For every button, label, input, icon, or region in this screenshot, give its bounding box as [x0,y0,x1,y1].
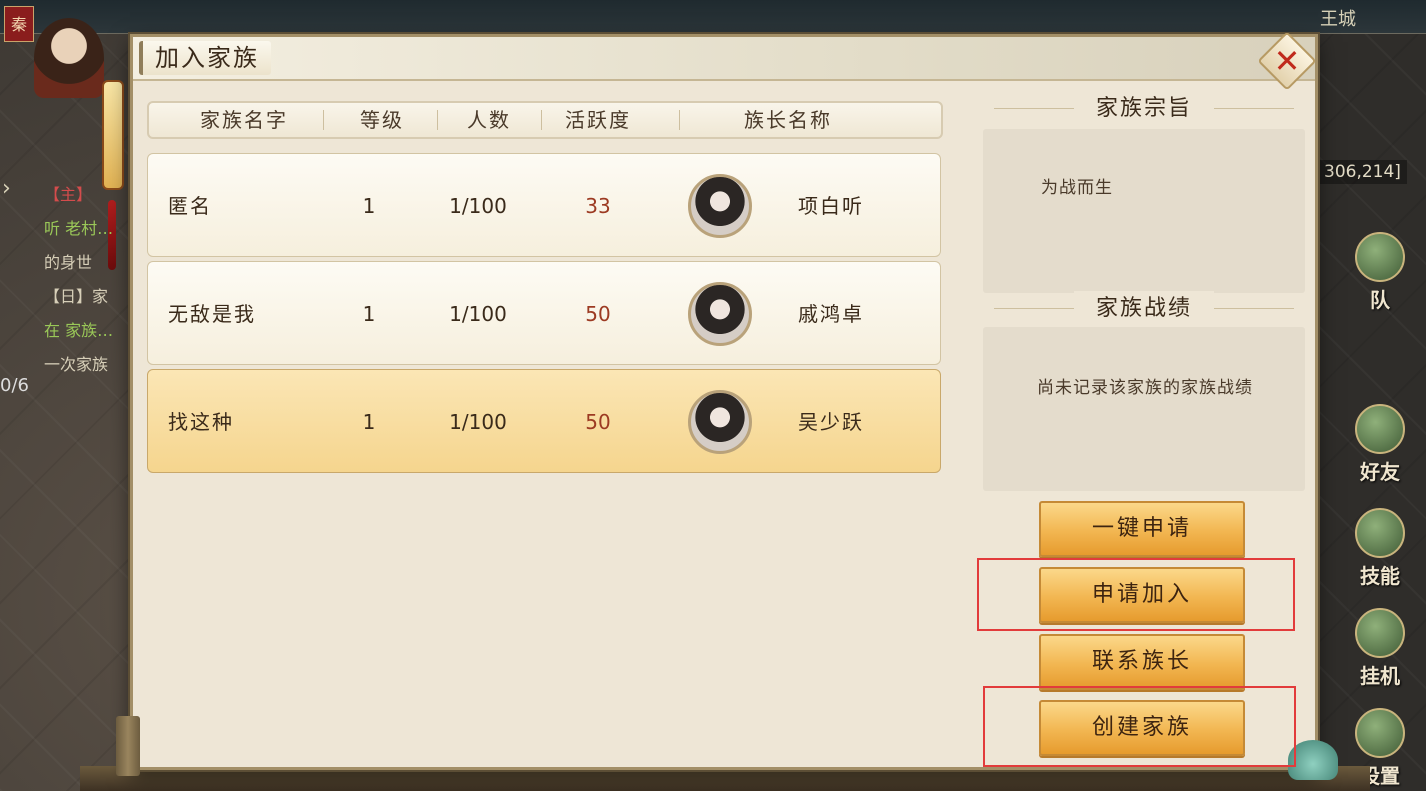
team-label: 队 [1370,288,1390,312]
purpose-header: 家族宗旨 [985,91,1303,127]
family-list-header: 家族名字 等级 人数 活跃度 族长名称 [147,101,943,139]
chevron-right-icon[interactable]: › [2,176,11,201]
apply-join-button[interactable]: 申请加入 [1039,567,1245,623]
team-icon [1355,232,1405,282]
chat-line: 的身世 [44,253,93,272]
dialog-titlebar: 加入家族 [133,37,1315,81]
family-leader: 项白听 [798,194,864,218]
column-header-leader: 族长名称 [744,108,832,132]
skills-button[interactable]: 技能 [1340,508,1420,589]
family-level: 1 [362,410,376,434]
family-leader: 吴少跃 [798,410,864,434]
family-activity: 33 [585,194,611,218]
male-leader-avatar [688,390,752,454]
coordinate-readout: 306,214] [1318,160,1407,184]
faction-badge[interactable]: 秦 [4,6,34,42]
team-button[interactable]: 队 [1340,232,1420,313]
column-header-activity: 活跃度 [565,108,631,132]
create-family-button[interactable]: 创建家族 [1039,700,1245,756]
lantern-icon [102,80,124,190]
dialog-title: 加入家族 [139,41,271,75]
family-members: 1/100 [449,302,507,326]
male-leader-avatar [688,282,752,346]
friends-label: 好友 [1360,460,1400,484]
column-header-members: 人数 [467,108,511,132]
family-row-selected[interactable]: 找这种 1 1/100 50 吴少跃 [147,369,941,473]
column-header-level: 等级 [360,108,404,132]
jade-plant-ornament [1288,740,1338,780]
record-title: 家族战绩 [1073,291,1214,327]
family-members: 1/100 [449,194,507,218]
skills-label: 技能 [1360,564,1400,588]
column-header-name: 家族名字 [200,108,288,132]
chat-line: 一次家族 [44,355,109,374]
contact-leader-button[interactable]: 联系族长 [1039,634,1245,690]
family-row[interactable]: 匿名 1 1/100 33 项白听 [147,153,941,257]
chat-line: 【日】家 [44,287,109,306]
column-divider [323,110,324,130]
friends-button[interactable]: 好友 [1340,404,1420,485]
city-label: 王城 [1320,9,1356,30]
family-leader: 戚鸿卓 [798,302,864,326]
purpose-title: 家族宗旨 [1073,91,1214,127]
chat-log[interactable]: 【主】 听 老村… 的身世 【日】家 在 家族… 一次家族 [44,178,130,378]
family-name: 无敌是我 [168,302,256,326]
auto-battle-label: 挂机 [1360,664,1400,688]
column-divider [437,110,438,130]
left-counter: 0/6 [0,375,29,396]
auto-battle-button[interactable]: 挂机 [1340,608,1420,689]
family-activity: 50 [585,410,611,434]
one-click-apply-button[interactable]: 一键申请 [1039,501,1245,557]
record-text: 尚未记录该家族的家族战绩 [1037,378,1253,398]
close-icon: ✕ [1273,42,1301,80]
family-members: 1/100 [449,410,507,434]
female-leader-avatar [688,174,752,238]
column-divider [541,110,542,130]
family-level: 1 [362,194,376,218]
chat-line: 【主】 [44,185,93,204]
family-row[interactable]: 无敌是我 1 1/100 50 戚鸿卓 [147,261,941,365]
family-activity: 50 [585,302,611,326]
record-header: 家族战绩 [985,291,1303,327]
purpose-box: 为战而生 [983,129,1305,293]
friends-icon [1355,404,1405,454]
auto-battle-icon [1355,608,1405,658]
bamboo-ornament [116,716,140,776]
record-box: 尚未记录该家族的家族战绩 [983,327,1305,491]
family-name: 匿名 [168,194,212,218]
skills-icon [1355,508,1405,558]
column-divider [679,110,680,130]
purpose-text: 为战而生 [1041,178,1113,198]
family-level: 1 [362,302,376,326]
join-family-dialog: 加入家族 ✕ 家族名字 等级 人数 活跃度 族长名称 匿名 1 1/100 33… [130,31,1318,770]
player-avatar[interactable] [34,18,104,98]
chat-line: 听 老村… [44,219,114,238]
settings-icon [1355,708,1405,758]
top-bar: 王城 [0,0,1426,34]
family-name: 找这种 [168,410,234,434]
chat-line: 在 家族… [44,321,114,340]
